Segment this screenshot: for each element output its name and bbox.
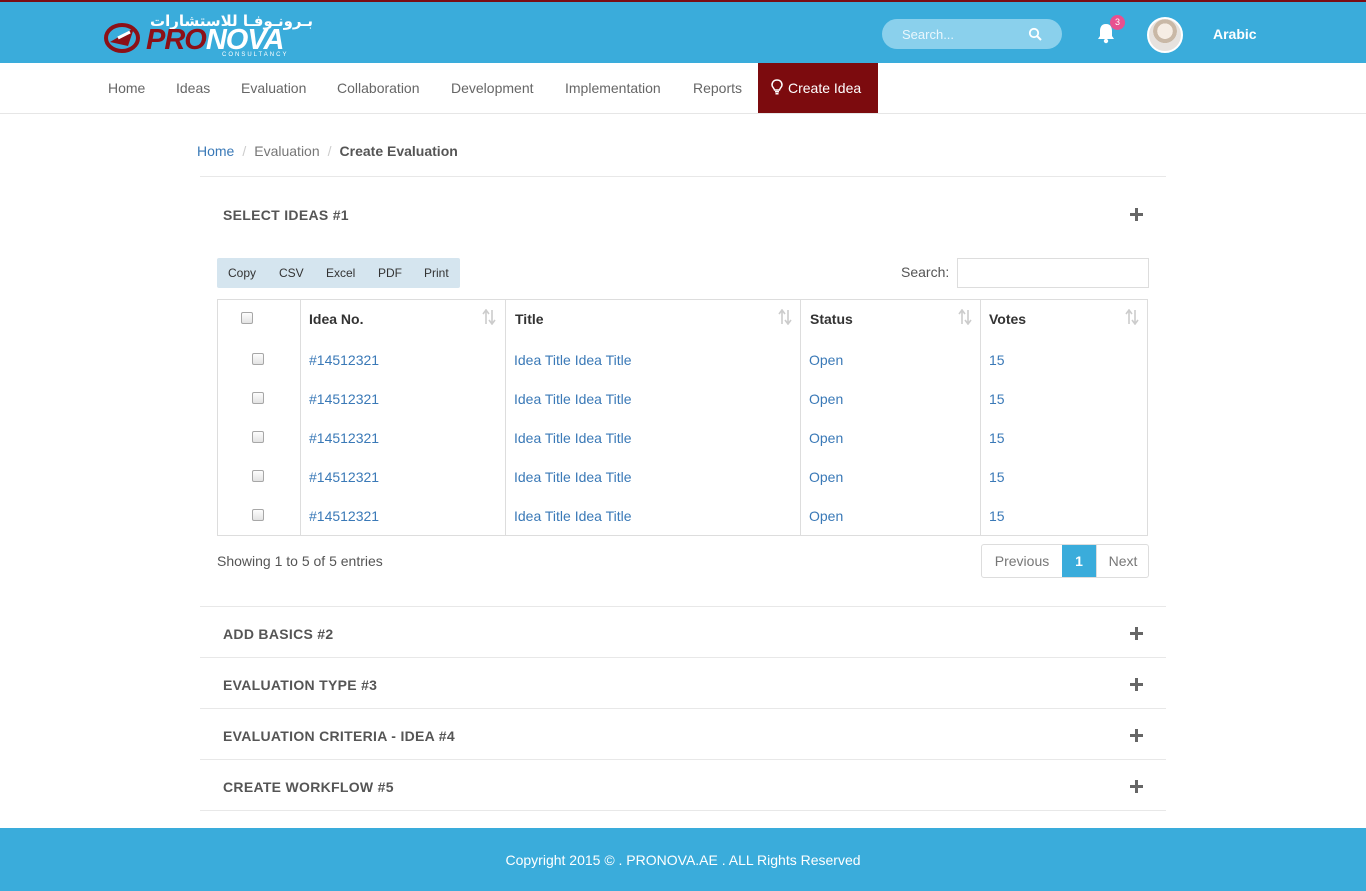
nav-implementation[interactable]: Implementation — [565, 63, 661, 113]
idea-title-link[interactable]: Idea Title Idea Title — [514, 469, 632, 485]
section-evaluation-criteria-title[interactable]: EVALUATION CRITERIA - IDEA #4 — [223, 728, 455, 744]
nav-home[interactable]: Home — [108, 63, 145, 113]
lightbulb-icon — [771, 79, 783, 95]
expand-plus-icon[interactable] — [1130, 627, 1143, 640]
column-header-idea-no[interactable]: Idea No. — [309, 311, 363, 327]
breadcrumb-evaluation[interactable]: Evaluation — [254, 143, 319, 159]
idea-status[interactable]: Open — [809, 352, 843, 368]
column-header-title[interactable]: Title — [515, 311, 544, 327]
main-nav: Home Ideas Evaluation Collaboration Deve… — [0, 63, 1366, 114]
idea-status[interactable]: Open — [809, 508, 843, 524]
expand-plus-icon[interactable] — [1130, 678, 1143, 691]
notification-badge: 3 — [1110, 15, 1125, 30]
header-search — [882, 19, 1062, 49]
create-idea-button[interactable]: Create Idea — [758, 63, 878, 113]
sort-icon[interactable] — [778, 309, 792, 325]
expand-plus-icon[interactable] — [1130, 780, 1143, 793]
language-switch[interactable]: Arabic — [1213, 26, 1257, 42]
table-search-input[interactable] — [957, 258, 1149, 288]
row-checkbox[interactable] — [252, 509, 264, 521]
row-checkbox[interactable] — [252, 470, 264, 482]
next-page-button[interactable]: Next — [1096, 545, 1148, 577]
row-checkbox[interactable] — [252, 431, 264, 443]
section-create-workflow-title[interactable]: CREATE WORKFLOW #5 — [223, 779, 394, 795]
copy-button[interactable]: Copy — [228, 258, 256, 288]
pdf-button[interactable]: PDF — [378, 258, 402, 288]
divider — [200, 606, 1166, 607]
idea-votes[interactable]: 15 — [989, 352, 1005, 368]
create-idea-label: Create Idea — [788, 80, 862, 96]
idea-title-link[interactable]: Idea Title Idea Title — [514, 430, 632, 446]
pagination: Previous 1 Next — [981, 544, 1149, 578]
table-search-label: Search: — [901, 264, 950, 280]
idea-number-link[interactable]: #14512321 — [309, 391, 379, 407]
divider — [200, 657, 1166, 658]
export-toolbar: Copy CSV Excel PDF Print — [217, 258, 460, 288]
idea-number-link[interactable]: #14512321 — [309, 430, 379, 446]
page-footer: Copyright 2015 © . PRONOVA.AE . ALL Righ… — [0, 828, 1366, 891]
user-avatar[interactable] — [1147, 17, 1183, 53]
idea-votes[interactable]: 15 — [989, 469, 1005, 485]
sort-icon[interactable] — [958, 309, 972, 325]
breadcrumb: Home / Evaluation / Create Evaluation — [197, 143, 458, 159]
nav-development[interactable]: Development — [451, 63, 534, 113]
idea-status[interactable]: Open — [809, 391, 843, 407]
idea-number-link[interactable]: #14512321 — [309, 508, 379, 524]
select-all-checkbox[interactable] — [241, 312, 253, 324]
breadcrumb-home[interactable]: Home — [197, 143, 234, 159]
column-divider — [505, 300, 506, 535]
copyright-text: Copyright 2015 © . PRONOVA.AE . ALL Righ… — [505, 852, 861, 868]
table-info: Showing 1 to 5 of 5 entries — [217, 553, 383, 569]
idea-title-link[interactable]: Idea Title Idea Title — [514, 508, 632, 524]
top-header: بـرونـوفـا للاستشارات PRONOVA CONSULTANC… — [0, 0, 1366, 63]
ideas-table: Idea No. Title Status Votes #14512321 Id… — [217, 299, 1148, 536]
breadcrumb-separator: / — [327, 143, 332, 159]
logo-swirl-icon — [104, 23, 140, 53]
header-search-input[interactable] — [896, 19, 1026, 49]
idea-votes[interactable]: 15 — [989, 430, 1005, 446]
sort-icon[interactable] — [482, 309, 496, 325]
expand-plus-icon[interactable] — [1130, 208, 1143, 221]
column-divider — [300, 300, 301, 535]
csv-button[interactable]: CSV — [279, 258, 304, 288]
pronova-logo[interactable]: بـرونـوفـا للاستشارات PRONOVA CONSULTANC… — [104, 12, 313, 58]
column-divider — [800, 300, 801, 535]
expand-plus-icon[interactable] — [1130, 729, 1143, 742]
breadcrumb-separator: / — [242, 143, 247, 159]
idea-number-link[interactable]: #14512321 — [309, 352, 379, 368]
logo-subtitle: CONSULTANCY — [222, 52, 289, 58]
nav-ideas[interactable]: Ideas — [176, 63, 210, 113]
excel-button[interactable]: Excel — [326, 258, 355, 288]
idea-status[interactable]: Open — [809, 430, 843, 446]
nav-reports[interactable]: Reports — [693, 63, 742, 113]
sort-icon[interactable] — [1125, 309, 1139, 325]
column-header-status[interactable]: Status — [810, 311, 853, 327]
previous-page-button[interactable]: Previous — [982, 545, 1062, 577]
page-1-button[interactable]: 1 — [1062, 545, 1096, 577]
print-button[interactable]: Print — [424, 258, 449, 288]
breadcrumb-current: Create Evaluation — [339, 143, 458, 159]
nav-collaboration[interactable]: Collaboration — [337, 63, 420, 113]
column-header-votes[interactable]: Votes — [989, 311, 1026, 327]
divider — [200, 176, 1166, 177]
idea-title-link[interactable]: Idea Title Idea Title — [514, 352, 632, 368]
section-evaluation-type-title[interactable]: EVALUATION TYPE #3 — [223, 677, 377, 693]
logo-wordmark: PRONOVA — [146, 24, 284, 56]
section-select-ideas-title[interactable]: SELECT IDEAS #1 — [223, 207, 349, 223]
nav-evaluation[interactable]: Evaluation — [241, 63, 306, 113]
row-checkbox[interactable] — [252, 392, 264, 404]
column-divider — [980, 300, 981, 535]
divider — [200, 810, 1166, 811]
idea-votes[interactable]: 15 — [989, 391, 1005, 407]
divider — [200, 708, 1166, 709]
idea-status[interactable]: Open — [809, 469, 843, 485]
idea-number-link[interactable]: #14512321 — [309, 469, 379, 485]
idea-title-link[interactable]: Idea Title Idea Title — [514, 391, 632, 407]
idea-votes[interactable]: 15 — [989, 508, 1005, 524]
search-icon[interactable] — [1028, 27, 1042, 41]
row-checkbox[interactable] — [252, 353, 264, 365]
divider — [200, 759, 1166, 760]
section-add-basics-title[interactable]: ADD BASICS #2 — [223, 626, 333, 642]
